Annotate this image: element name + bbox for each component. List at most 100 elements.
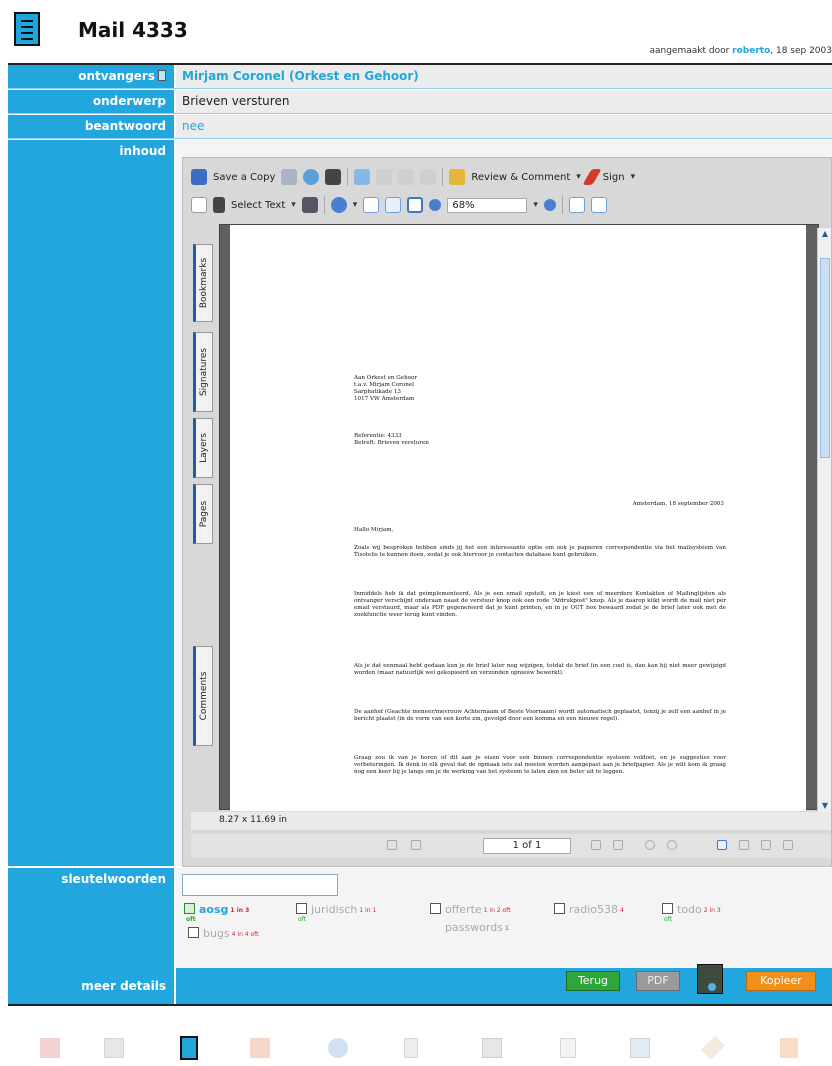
keyword-todo[interactable]: todo 2 in 3 oft	[662, 903, 721, 923]
print-icon[interactable]	[281, 169, 298, 185]
clipboard-icon[interactable]	[697, 964, 723, 994]
keyword-juridisch[interactable]: juridisch 1 in 1 oft	[296, 903, 376, 923]
redo-icon[interactable]	[398, 169, 415, 185]
viewer-toolbar-tools: Select Text ▾ ▾ 68% ▾	[191, 192, 607, 218]
address-line: Aan Orkest en Gehoor	[354, 375, 418, 381]
keyword-input[interactable]	[182, 874, 338, 896]
page-counter-field[interactable]: 1 of 1	[483, 838, 571, 854]
previous-page-icon[interactable]	[411, 840, 421, 850]
contact-book-icon[interactable]	[158, 70, 166, 81]
keyword-checkbox[interactable]	[184, 903, 195, 914]
terug-button[interactable]: Terug	[566, 971, 620, 991]
meer-details-label[interactable]: meer details	[8, 968, 174, 1006]
sign-pen-icon[interactable]	[582, 169, 602, 185]
zoom-in-tool-icon[interactable]	[330, 197, 347, 213]
tab-layers[interactable]: Layers	[193, 418, 213, 478]
previous-view-icon[interactable]	[645, 840, 655, 850]
continuous-facing-icon[interactable]	[783, 840, 793, 850]
sign-button[interactable]: Sign	[603, 172, 625, 183]
copy-icon[interactable]	[420, 169, 437, 185]
keyword-checkbox[interactable]	[430, 903, 441, 914]
email-icon[interactable]	[303, 169, 320, 185]
next-page-icon[interactable]	[591, 840, 601, 850]
stack-icon[interactable]	[482, 1038, 502, 1058]
action-bar	[176, 968, 832, 1006]
bottom-dock	[0, 1024, 832, 1066]
row-ontvangers: ontvangers Mirjam Coronel (Orkest en Geh…	[8, 65, 832, 88]
scroll-up-icon[interactable]: ▲	[819, 228, 831, 240]
meta-prefix: aangemaakt door	[649, 46, 733, 56]
tab-comments[interactable]: Comments	[193, 646, 213, 746]
note-icon[interactable]	[560, 1038, 576, 1058]
keyword-checkbox[interactable]	[296, 903, 307, 914]
select-text-icon[interactable]	[213, 197, 225, 213]
review-comment-button[interactable]: Review & Comment	[471, 172, 570, 183]
paperclip-icon[interactable]	[328, 1038, 348, 1058]
keyword-checkbox[interactable]	[188, 927, 199, 938]
keyword-aosg[interactable]: aosg 1 in 3 oft	[184, 903, 249, 923]
first-page-icon[interactable]	[387, 840, 397, 850]
logout-icon[interactable]	[780, 1038, 798, 1058]
row-onderwerp: onderwerp Brieven versturen	[8, 90, 832, 113]
fit-width-icon[interactable]	[407, 197, 424, 213]
keyword-checkbox[interactable]	[662, 903, 673, 914]
sign-dropdown-icon[interactable]: ▾	[631, 172, 636, 182]
spell-check-icon[interactable]	[354, 169, 371, 185]
find-icon[interactable]	[325, 169, 342, 185]
tab-pages[interactable]: Pages	[193, 484, 213, 544]
tag-icon[interactable]	[700, 1035, 726, 1061]
phone-icon[interactable]	[404, 1038, 418, 1058]
reference-line: Referentie: 4333	[354, 433, 402, 439]
select-dropdown-icon[interactable]: ▾	[291, 200, 296, 210]
keyword-offerte[interactable]: offerte 1 in 2 oft	[430, 903, 511, 916]
pdf-button[interactable]: PDF	[636, 971, 680, 991]
recipient-link[interactable]: Mirjam Coronel (Orkest en Gehoor)	[182, 69, 419, 83]
save-icon[interactable]	[191, 169, 207, 185]
keyword-count: 1 in 2 oft	[483, 907, 511, 914]
tab-signatures[interactable]: Signatures	[193, 332, 213, 412]
table-icon[interactable]	[104, 1038, 124, 1058]
zoom-tool-dropdown-icon[interactable]: ▾	[353, 200, 358, 210]
zoom-out-icon[interactable]	[429, 199, 442, 211]
snapshot-icon[interactable]	[301, 197, 318, 213]
tab-bookmarks[interactable]: Bookmarks	[193, 244, 213, 322]
calendar-24-icon[interactable]	[630, 1038, 650, 1058]
save-copy-button[interactable]: Save a Copy	[213, 172, 275, 183]
keyword-count: 2 in 3	[703, 907, 721, 914]
address-line: t.a.v. Mirjam Coronel	[354, 382, 414, 388]
zoom-level-field[interactable]: 68%	[447, 197, 528, 213]
zoom-dropdown-icon[interactable]: ▾	[533, 200, 538, 210]
undo-icon[interactable]	[376, 169, 393, 185]
review-dropdown-icon[interactable]: ▾	[576, 172, 581, 182]
calendar-icon[interactable]	[250, 1038, 270, 1058]
hand-tool-icon[interactable]	[191, 197, 207, 213]
inhoud-label: inhoud	[8, 140, 174, 866]
keyword-checkbox[interactable]	[554, 903, 565, 914]
continuous-icon[interactable]	[739, 840, 749, 850]
facing-icon[interactable]	[761, 840, 771, 850]
rotate-counterclockwise-icon[interactable]	[590, 197, 607, 213]
fit-page-icon[interactable]	[385, 197, 402, 213]
next-view-icon[interactable]	[667, 840, 677, 850]
vertical-scrollbar[interactable]: ▲ ▼	[817, 228, 831, 812]
keyword-bugs[interactable]: bugs 4 in 4 oft	[188, 927, 259, 940]
creator-user-link[interactable]: roberto	[732, 46, 770, 56]
ontvangers-label: ontvangers	[8, 65, 174, 88]
scroll-thumb[interactable]	[820, 258, 830, 458]
keyword-radio538[interactable]: radio538 4	[554, 903, 624, 916]
keyword-passwords[interactable]: passwords 1	[430, 921, 509, 934]
document-page-area[interactable]: Aan Orkest en Gehoor t.a.v. Mirjam Coron…	[219, 224, 819, 811]
last-page-icon[interactable]	[613, 840, 623, 850]
single-page-icon[interactable]	[717, 840, 727, 850]
zoom-in-icon[interactable]	[543, 199, 556, 211]
page-title: Mail 4333	[78, 18, 188, 42]
grid-icon[interactable]	[40, 1038, 60, 1058]
document-icon[interactable]	[180, 1036, 198, 1060]
select-text-button[interactable]: Select Text	[231, 200, 285, 211]
scroll-down-icon[interactable]: ▼	[819, 800, 831, 812]
review-icon[interactable]	[449, 169, 466, 185]
rotate-clockwise-icon[interactable]	[568, 197, 585, 213]
actual-size-icon[interactable]	[363, 197, 380, 213]
tab-layers-label: Layers	[199, 433, 209, 463]
kopieer-button[interactable]: Kopieer	[746, 971, 816, 991]
